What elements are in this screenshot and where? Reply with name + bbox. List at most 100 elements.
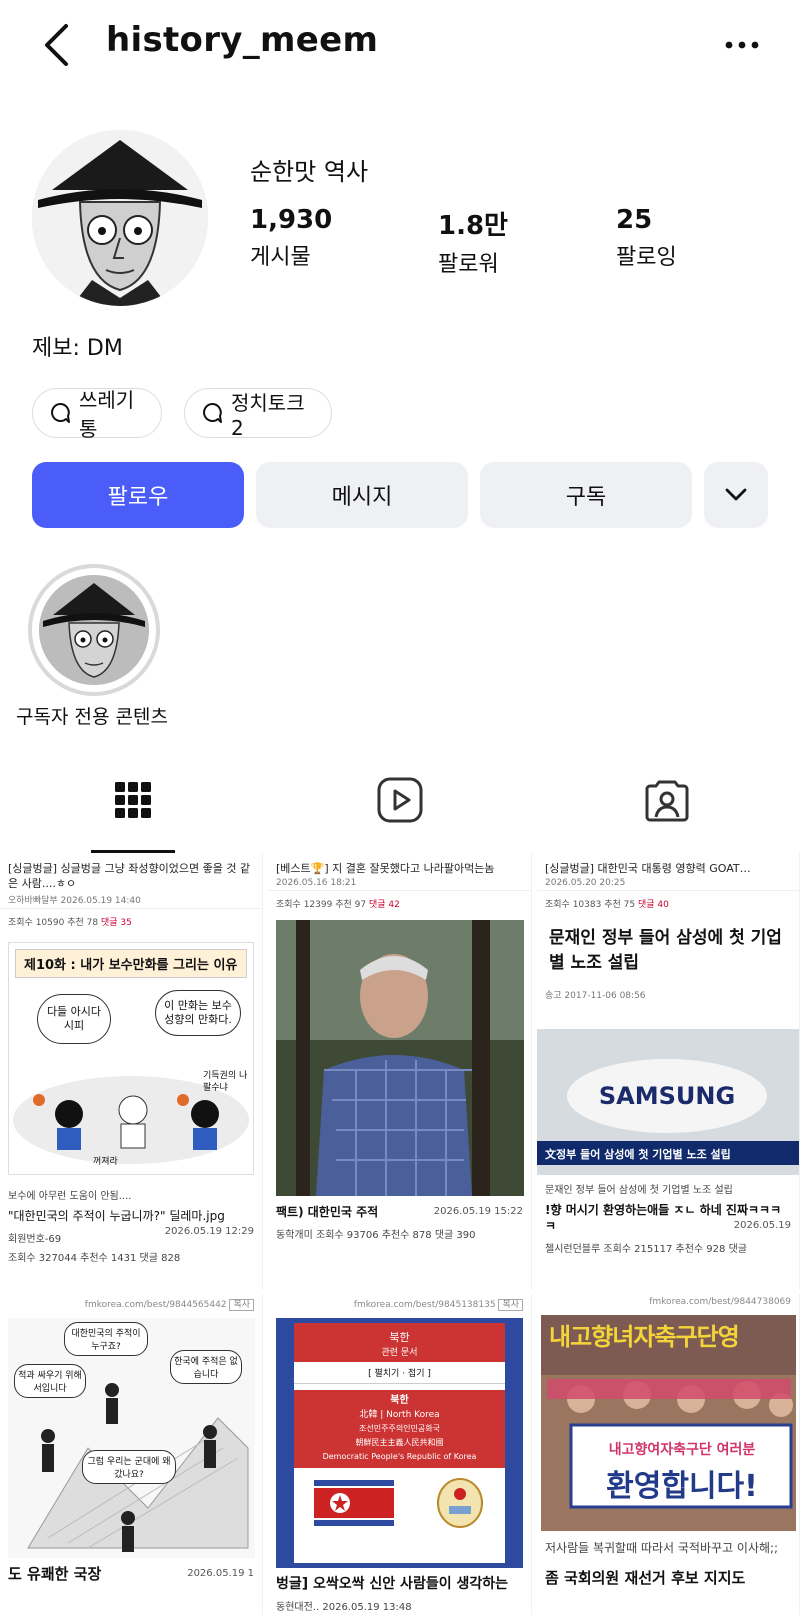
back-arrow-icon[interactable] [38, 22, 78, 68]
post-caption-title: 팩트) 대한민국 주적 [276, 1205, 379, 1219]
post-counts: 조회수 215117 추천수 928 댓글 [603, 1244, 747, 1255]
news-banner: 文정부 들어 삼성에 첫 기업별 노조 설립 [537, 1141, 799, 1165]
chat-chip-politics[interactable]: 정치토크2 [184, 388, 332, 440]
country-subtitle: 北韓 | North Korea [359, 1410, 440, 1420]
highlight-label: 구독자 전용 콘텐츠 [16, 706, 168, 728]
chat-bubble-icon [201, 402, 223, 424]
comic-drawing: 다들 아시다시피 이 만화는 보수성향의 만화다. 기득권의 나팔수냐 꺼져라 [9, 984, 253, 1174]
post-footer: 보수에 아무런 도움이 안됨.... [8, 1191, 132, 1202]
post-thumbnail[interactable]: fmkorea.com/best/9844565442 복사 대한민국의 주적이… [0, 1293, 263, 1615]
welcome-sign-line1: 내고향여자축구단 여러분 [608, 1442, 756, 1458]
post-caption-date: 2026.05.19 1 [187, 1568, 254, 1579]
infobox-header: 북한 관련 문서 [294, 1323, 505, 1362]
post-comments: 댓글 40 [637, 900, 669, 910]
story-highlight[interactable] [28, 564, 160, 696]
official-name-english: Democratic People's Republic of Korea [322, 1452, 477, 1461]
post-footer: 저사람들 복귀할때 따라서 국적바꾸고 이사해;; [545, 1541, 779, 1555]
emblem-icon [435, 1476, 485, 1530]
subscribe-button[interactable]: 구독 [480, 462, 692, 528]
speech-bubble: 그럼 우리는 군대에 왜 갔나요? [82, 1450, 176, 1484]
post-stats: 조회수 10383 추천 75 댓글 40 [537, 890, 799, 916]
post-meta: 2026.05.20 20:25 [545, 878, 626, 888]
post-thumbnail[interactable]: [베스트🏆] 지 결혼 잘못했다고 나라팔아먹는놈 2026.05.16 18:… [268, 853, 532, 1289]
post-stats-text: 조회수 12399 추천 97 [276, 900, 367, 910]
grid-icon [114, 781, 152, 819]
profile-header: history_meem [0, 0, 800, 90]
tagged-person-icon [644, 777, 690, 823]
post-caption-date: 2026.05.19 15:22 [433, 1206, 523, 1217]
news-headline: 문재인 정부 들어 삼성에 첫 기업별 노조 설립 [549, 928, 782, 973]
post-author: 동현대전.. [276, 1602, 320, 1613]
speech-bubble: 한국에 주적은 없습니다 [170, 1350, 242, 1384]
profile-avatar[interactable] [32, 130, 208, 306]
post-head: [싱글벙글] 대한민국 대통령 영향력 GOAT… [545, 862, 751, 875]
flag-emblem-row [294, 1476, 505, 1530]
username-title: history_meem [106, 20, 379, 60]
post-caption-date: 2026.05.19 [733, 1220, 791, 1231]
chat-chip-trash[interactable]: 쓰레기통 [32, 388, 162, 441]
samsung-logo: SAMSUNG [567, 1059, 767, 1133]
suggestions-dropdown-button[interactable] [704, 462, 768, 528]
post-thumbnail[interactable]: fmkorea.com/best/9845138135 복사 북한 관련 문서 … [268, 1293, 532, 1615]
posts-stat[interactable]: 1,930 게시물 [250, 205, 332, 271]
comic-text: 기득권의 나팔수냐 [203, 1071, 248, 1093]
tab-grid[interactable] [103, 770, 163, 830]
followers-stat[interactable]: 1.8만 팔로워 [438, 205, 508, 278]
infobox-title: 북한 [389, 1331, 410, 1344]
post-stats: 조회수 12399 추천 97 댓글 42 [268, 890, 531, 916]
post-meta: 2026.05.16 18:21 [276, 878, 357, 888]
post-head: [베스트🏆] 지 결혼 잘못했다고 나라팔아먹는놈 [276, 862, 495, 875]
message-button[interactable]: 메시지 [256, 462, 468, 528]
post-comments: 댓글 35 [100, 918, 132, 928]
news-image: SAMSUNG 文정부 들어 삼성에 첫 기업별 노조 설립 [537, 1029, 799, 1175]
post-author-line: 동현대전.. 2026.05.19 13:48 [268, 1596, 531, 1615]
post-caption: 팩트) 대한민국 주적 2026.05.19 15:22 [268, 1200, 531, 1224]
comic-stairs: 대한민국의 주적이 누구죠? 적과 싸우기 위해서입니다 한국에 주적은 없습니… [8, 1318, 255, 1558]
welcome-sign-line2: 환영합니다! [606, 1469, 758, 1504]
comic-text: 꺼져라 [93, 1157, 118, 1167]
copy-button: 복사 [229, 1299, 254, 1311]
tab-reels[interactable] [370, 770, 430, 830]
fold-toggle: [ 펼치기 · 접기 ] [294, 1362, 505, 1384]
post-thumbnail[interactable]: [싱글벙글] 싱글벙글 그냥 좌성향이었으면 좋을 것 같은 사람....ㅎㅇ … [0, 853, 263, 1289]
post-url-text: fmkorea.com/best/9844565442 [84, 1300, 227, 1310]
post-photo [276, 920, 524, 1196]
post-url: fmkorea.com/best/9845138135 복사 [268, 1293, 531, 1314]
followers-label: 팔로워 [438, 252, 499, 277]
speech-bubble: 대한민국의 주적이 누구죠? [64, 1322, 148, 1356]
reels-play-icon [377, 777, 423, 823]
post-caption: 벙글] 오싹오싹 신안 사람들이 생각하는 [276, 1576, 508, 1592]
official-name-hanja: 朝鮮民主主義人民共和國 [355, 1438, 444, 1447]
news-subtitle: 문재인 정부 들어 삼성에 첫 기업별 노조 설립 [545, 1185, 733, 1196]
post-author-line: 동학개미 조회수 93706 추천수 878 댓글 390 [268, 1224, 531, 1243]
north-korea-flag-icon [314, 1480, 395, 1526]
posts-count: 1,930 [250, 205, 333, 235]
follow-button[interactable]: 팔로우 [32, 462, 244, 528]
infobox-country: 북한 北韓 | North Korea 조선민주주의인민공화국 朝鮮民主主義人民… [294, 1390, 505, 1468]
post-caption: 도 유쾌한 국장 2026.05.19 1 [0, 1562, 262, 1586]
chevron-down-icon [724, 487, 748, 503]
more-options-icon[interactable] [722, 30, 762, 60]
comic-title: 제10화 : 내가 보수만화를 그리는 이유 [15, 949, 247, 978]
speech-bubble: 이 만화는 보수성향의 만화다. [155, 990, 241, 1036]
post-stats-text: 조회수 10590 추천 78 [8, 918, 99, 928]
copy-button: 복사 [498, 1299, 523, 1311]
post-caption-date: 2026.05.19 13:48 [322, 1602, 412, 1613]
post-author-line: 첼시런던블루 조회수 215117 추천수 928 댓글 [537, 1238, 799, 1257]
post-caption-date: 2026.05.19 12:29 [164, 1226, 254, 1237]
country-name: 북한 [390, 1395, 409, 1406]
post-url-text: fmkorea.com/best/9845138135 [353, 1300, 496, 1310]
post-caption-title: 도 유쾌한 국장 [8, 1565, 102, 1583]
display-name: 순한맛 역사 [250, 158, 369, 186]
post-stats: 조회수 10590 추천 78 댓글 35 [0, 908, 262, 934]
post-comments: 댓글 42 [368, 900, 400, 910]
tab-tagged[interactable] [637, 770, 697, 830]
post-author: 첼시런던블루 [545, 1244, 601, 1255]
post-thumbnail[interactable]: [싱글벙글] 대한민국 대통령 영향력 GOAT… 2026.05.20 20:… [537, 853, 800, 1289]
following-label: 팔로잉 [616, 245, 677, 270]
post-url: fmkorea.com/best/9844738069 [649, 1297, 791, 1307]
post-caption: !향 머시기 환영하는애들 ㅈㄴ 하네 진짜ㅋㅋㅋㅋ 2026.05.19 [537, 1198, 799, 1238]
post-thumbnail[interactable]: fmkorea.com/best/9844738069 내고향녀자축구단영 내고… [537, 1293, 800, 1615]
following-stat[interactable]: 25 팔로잉 [616, 205, 677, 271]
post-url: fmkorea.com/best/9844565442 복사 [0, 1293, 262, 1314]
